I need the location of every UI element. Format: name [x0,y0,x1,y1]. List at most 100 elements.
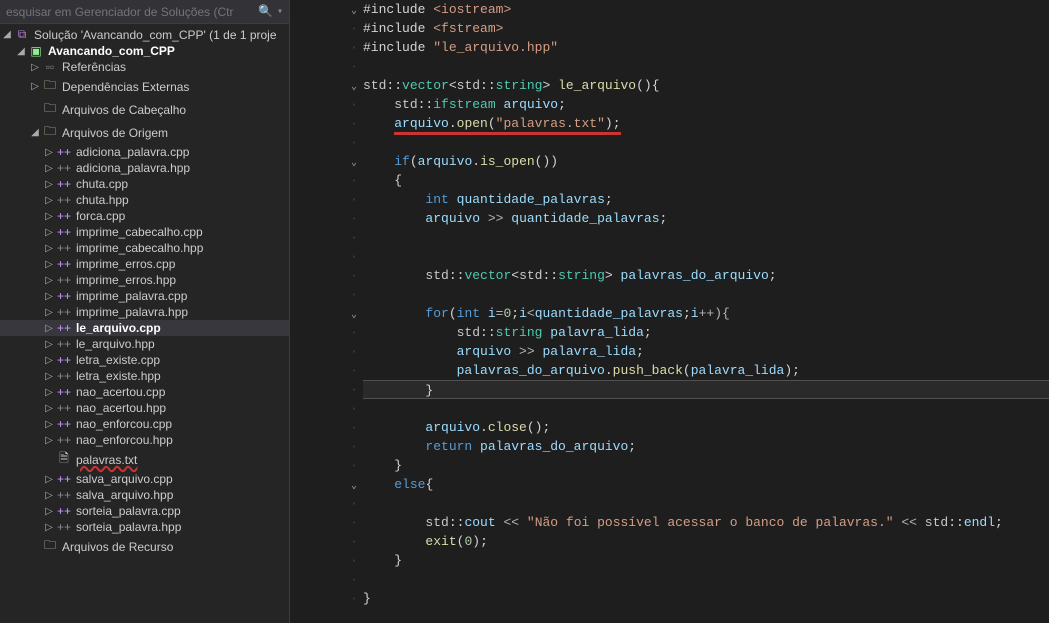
code-line[interactable]: std::vector<std::string> palavras_do_arq… [363,266,1049,285]
expand-icon[interactable]: ▷ [42,403,56,414]
search-input[interactable] [6,5,252,19]
code-line[interactable]: std::vector<std::string> le_arquivo(){ [363,76,1049,95]
file-item[interactable]: ▷++imprime_cabecalho.cpp [0,224,289,240]
file-item[interactable]: ▷++sorteia_palavra.hpp [0,519,289,535]
file-item[interactable]: 🗎palavras.txt [0,448,289,471]
fold-toggle-icon[interactable]: ⌄ [351,6,357,17]
expand-icon[interactable]: ▷ [42,387,56,398]
expand-icon[interactable]: ▷ [42,474,56,485]
file-item[interactable]: ▷++letra_existe.hpp [0,368,289,384]
code-line[interactable] [363,285,1049,304]
expand-icon[interactable]: ▷ [42,490,56,501]
code-line[interactable]: std::ifstream arquivo; [363,95,1049,114]
expand-icon[interactable]: ▷ [42,419,56,430]
header-files-node[interactable]: 🗀 Arquivos de Cabeçalho [0,98,289,121]
code-line[interactable]: { [363,171,1049,190]
code-line[interactable] [363,57,1049,76]
fold-toggle-icon[interactable]: ⌄ [351,82,357,93]
code-line[interactable]: arquivo.close(); [363,418,1049,437]
expand-icon[interactable]: ▷ [28,81,42,92]
file-item[interactable]: ▷++chuta.cpp [0,176,289,192]
code-line[interactable] [363,247,1049,266]
file-item[interactable]: ▷++nao_enforcou.cpp [0,416,289,432]
code-line[interactable]: #include "le_arquivo.hpp" [363,38,1049,57]
file-item[interactable]: ▷++imprime_erros.hpp [0,272,289,288]
source-files-node[interactable]: ◢ 🗀 Arquivos de Origem [0,121,289,144]
code-line[interactable]: } [363,456,1049,475]
file-item[interactable]: ▷++adiciona_palavra.cpp [0,144,289,160]
code-line[interactable] [363,399,1049,418]
expand-icon[interactable]: ▷ [42,371,56,382]
expand-icon[interactable]: ▷ [42,243,56,254]
file-item[interactable]: ▷++le_arquivo.cpp [0,320,289,336]
external-deps-node[interactable]: ▷ 🗀 Dependências Externas [0,75,289,98]
project-node[interactable]: ◢ ▣ Avancando_com_CPP [0,43,289,59]
code-line[interactable] [363,570,1049,589]
expand-icon[interactable]: ▷ [42,355,56,366]
code-line[interactable]: } [363,589,1049,608]
code-line[interactable]: arquivo.open("palavras.txt"); [363,114,1049,133]
code-line[interactable]: } [363,551,1049,570]
code-line[interactable]: return palavras_do_arquivo; [363,437,1049,456]
file-item[interactable]: ▷++imprime_palavra.hpp [0,304,289,320]
expand-icon[interactable]: ▷ [42,522,56,533]
code-line[interactable]: else{ [363,475,1049,494]
search-dropdown-icon[interactable]: ▾ [277,6,283,18]
expand-icon[interactable]: ▷ [42,259,56,270]
resource-files-node[interactable]: 🗀 Arquivos de Recurso [0,535,289,558]
fold-toggle-icon[interactable]: ⌄ [351,310,357,321]
file-item[interactable]: ▷++forca.cpp [0,208,289,224]
file-item[interactable]: ▷++sorteia_palavra.cpp [0,503,289,519]
expand-icon[interactable]: ▷ [42,506,56,517]
file-item[interactable]: ▷++imprime_cabecalho.hpp [0,240,289,256]
code-line[interactable]: int quantidade_palavras; [363,190,1049,209]
expand-icon[interactable]: ▷ [28,62,42,73]
expand-icon[interactable]: ▷ [42,195,56,206]
file-item[interactable]: ▷++nao_acertou.cpp [0,384,289,400]
code-line[interactable]: #include <iostream> [363,0,1049,19]
expand-icon[interactable]: ▷ [42,163,56,174]
file-item[interactable]: ▷++le_arquivo.hpp [0,336,289,352]
expand-icon[interactable]: ▷ [42,339,56,350]
file-item[interactable]: ▷++chuta.hpp [0,192,289,208]
code-content[interactable]: #include <iostream>#include <fstream>#in… [363,0,1049,608]
solution-node[interactable]: ◢ ⧉ Solução 'Avancando_com_CPP' (1 de 1 … [0,26,289,43]
expand-icon[interactable]: ▷ [42,291,56,302]
expand-icon[interactable]: ▷ [42,307,56,318]
code-line[interactable]: } [363,380,1049,399]
code-line[interactable]: if(arquivo.is_open()) [363,152,1049,171]
file-item[interactable]: ▷++letra_existe.cpp [0,352,289,368]
expand-icon[interactable]: ▷ [42,435,56,446]
code-line[interactable] [363,228,1049,247]
expand-icon[interactable]: ◢ [0,29,14,40]
code-line[interactable]: std::cout << "Não foi possível acessar o… [363,513,1049,532]
expand-icon[interactable]: ▷ [42,275,56,286]
file-item[interactable]: ▷++nao_acertou.hpp [0,400,289,416]
references-node[interactable]: ▷ ▫▫ Referências [0,59,289,75]
code-line[interactable]: arquivo >> palavra_lida; [363,342,1049,361]
file-item[interactable]: ▷++adiciona_palavra.hpp [0,160,289,176]
code-line[interactable] [363,494,1049,513]
expand-icon[interactable]: ▷ [42,323,56,334]
expand-icon[interactable]: ▷ [42,179,56,190]
file-item[interactable]: ▷++imprime_erros.cpp [0,256,289,272]
fold-toggle-icon[interactable]: ⌄ [351,158,357,169]
file-item[interactable]: ▷++nao_enforcou.hpp [0,432,289,448]
expand-icon[interactable]: ▷ [42,211,56,222]
expand-icon[interactable]: ◢ [14,46,28,57]
expand-icon[interactable]: ▷ [42,147,56,158]
expand-icon[interactable]: ◢ [28,127,42,138]
code-line[interactable]: #include <fstream> [363,19,1049,38]
code-line[interactable]: palavras_do_arquivo.push_back(palavra_li… [363,361,1049,380]
file-item[interactable]: ▷++salva_arquivo.hpp [0,487,289,503]
expand-icon[interactable]: ▷ [42,227,56,238]
code-line[interactable]: for(int i=0;i<quantidade_palavras;i++){ [363,304,1049,323]
code-line[interactable]: std::string palavra_lida; [363,323,1049,342]
file-item[interactable]: ▷++salva_arquivo.cpp [0,471,289,487]
fold-toggle-icon[interactable]: ⌄ [351,481,357,492]
search-icon[interactable]: 🔍 [258,4,273,19]
code-line[interactable] [363,133,1049,152]
code-editor[interactable]: ⌄···⌄···⌄·······⌄········⌄······ #includ… [290,0,1049,623]
code-line[interactable]: arquivo >> quantidade_palavras; [363,209,1049,228]
code-line[interactable]: exit(0); [363,532,1049,551]
